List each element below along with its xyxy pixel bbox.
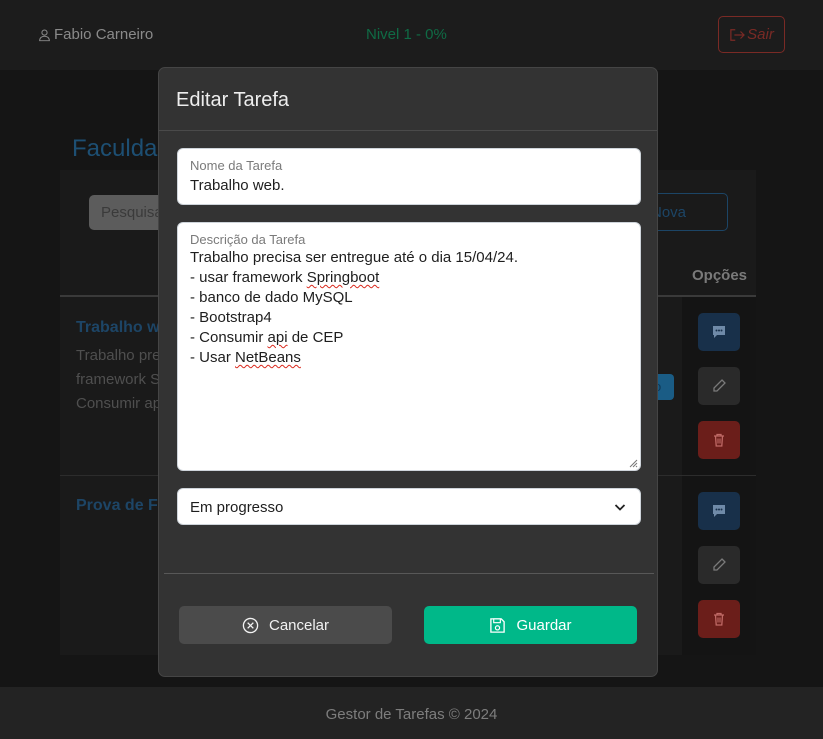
description-line: - usar framework Springboot xyxy=(190,269,380,286)
description-line: - Usar NetBeans xyxy=(190,349,301,366)
save-disk-icon xyxy=(490,617,506,633)
edit-button[interactable] xyxy=(698,546,740,584)
trash-icon xyxy=(714,433,724,447)
description-line: Trabalho precisa ser entregue até o dia … xyxy=(190,249,518,266)
cancel-button[interactable]: Cancelar xyxy=(179,606,392,644)
options-column-header: Opções xyxy=(692,267,748,284)
task-description-value: Trabalho precisa ser entregue até o dia … xyxy=(190,248,518,368)
logout-label: Sair xyxy=(747,26,774,43)
task-name-field[interactable]: Nome da Tarefa Trabalho web. xyxy=(177,148,641,205)
comment-button[interactable] xyxy=(698,492,740,530)
task-description-label: Descrição da Tarefa xyxy=(190,232,306,247)
comment-button[interactable] xyxy=(698,313,740,351)
top-navbar: Fabio Carneiro Nivel 1 - 0% Sair xyxy=(0,0,823,70)
task-description-line: Consumir ap xyxy=(76,395,162,412)
task-description-line: framework S xyxy=(76,371,161,388)
task-description: Trabalho pre framework S Consumir ap xyxy=(76,344,161,416)
comment-icon xyxy=(713,505,725,517)
category-title: Faculdad xyxy=(72,135,171,162)
description-line: - Bootstrap4 xyxy=(190,309,272,326)
task-description-line: Trabalho pre xyxy=(76,347,161,364)
save-label: Guardar xyxy=(516,616,572,634)
modal-header: Editar Tarefa xyxy=(159,68,657,131)
level-indicator: Nivel 1 - 0% xyxy=(366,26,447,43)
cancel-circle-icon xyxy=(242,617,259,633)
modal-footer-divider xyxy=(164,573,654,574)
user-profile[interactable]: Fabio Carneiro xyxy=(38,26,153,43)
description-line: - banco de dado MySQL xyxy=(190,289,353,306)
task-name-label: Nome da Tarefa xyxy=(190,158,283,173)
user-name: Fabio Carneiro xyxy=(54,26,154,43)
footer-text: Gestor de Tarefas © 2024 xyxy=(325,706,498,723)
chevron-down-icon xyxy=(614,504,626,511)
user-icon xyxy=(39,28,50,41)
task-title[interactable]: Trabalho w xyxy=(76,319,160,337)
delete-button[interactable] xyxy=(698,600,740,638)
cancel-label: Cancelar xyxy=(268,616,330,634)
pencil-icon xyxy=(713,558,726,571)
status-select[interactable]: Em progresso xyxy=(177,488,641,525)
logout-button[interactable]: Sair xyxy=(718,16,785,53)
edit-button[interactable] xyxy=(698,367,740,405)
task-name-value: Trabalho web. xyxy=(190,177,285,194)
edit-task-modal: Editar Tarefa Nome da Tarefa Trabalho we… xyxy=(158,67,658,677)
save-button[interactable]: Guardar xyxy=(424,606,637,644)
comment-icon xyxy=(713,326,725,338)
modal-title: Editar Tarefa xyxy=(176,89,290,111)
logout-icon xyxy=(730,28,746,41)
pencil-icon xyxy=(713,379,726,392)
delete-button[interactable] xyxy=(698,421,740,459)
page-footer: Gestor de Tarefas © 2024 xyxy=(0,687,823,739)
task-description-field[interactable]: Descrição da Tarefa Trabalho precisa ser… xyxy=(177,222,641,471)
status-select-value: Em progresso xyxy=(190,499,284,516)
trash-icon xyxy=(714,612,724,626)
resize-grip-icon[interactable] xyxy=(629,459,638,468)
description-line: - Consumir api de CEP xyxy=(190,329,344,346)
task-title[interactable]: Prova de F xyxy=(76,497,158,515)
